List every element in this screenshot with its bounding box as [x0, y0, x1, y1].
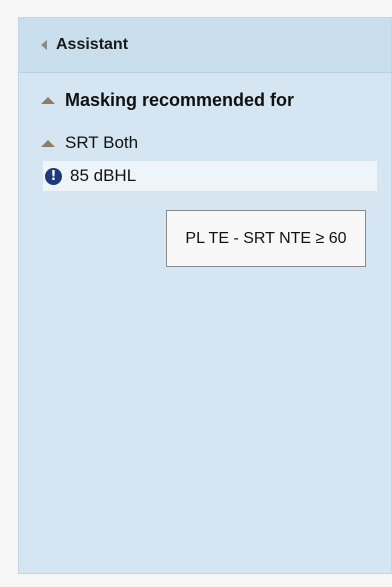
section-masking-recommended[interactable]: Masking recommended for	[41, 90, 391, 111]
panel-title: Assistant	[56, 36, 129, 53]
section-label: Masking recommended for	[65, 90, 295, 110]
chevron-left-icon[interactable]	[41, 40, 47, 50]
triangle-up-icon[interactable]	[41, 97, 55, 104]
section-label: SRT Both	[65, 133, 139, 152]
tooltip: PL TE - SRT NTE ≥ 60	[166, 210, 366, 267]
assistant-panel: Assistant Masking recommended for SRT Bo…	[18, 17, 392, 574]
panel-header[interactable]: Assistant	[19, 18, 391, 73]
list-item[interactable]: ! 85 dBHL	[43, 161, 377, 191]
triangle-up-icon[interactable]	[41, 139, 55, 147]
exclamation-circle-icon: !	[45, 167, 62, 185]
section-srt-both[interactable]: SRT Both	[41, 133, 391, 153]
item-label: 85 dBHL	[70, 166, 137, 185]
